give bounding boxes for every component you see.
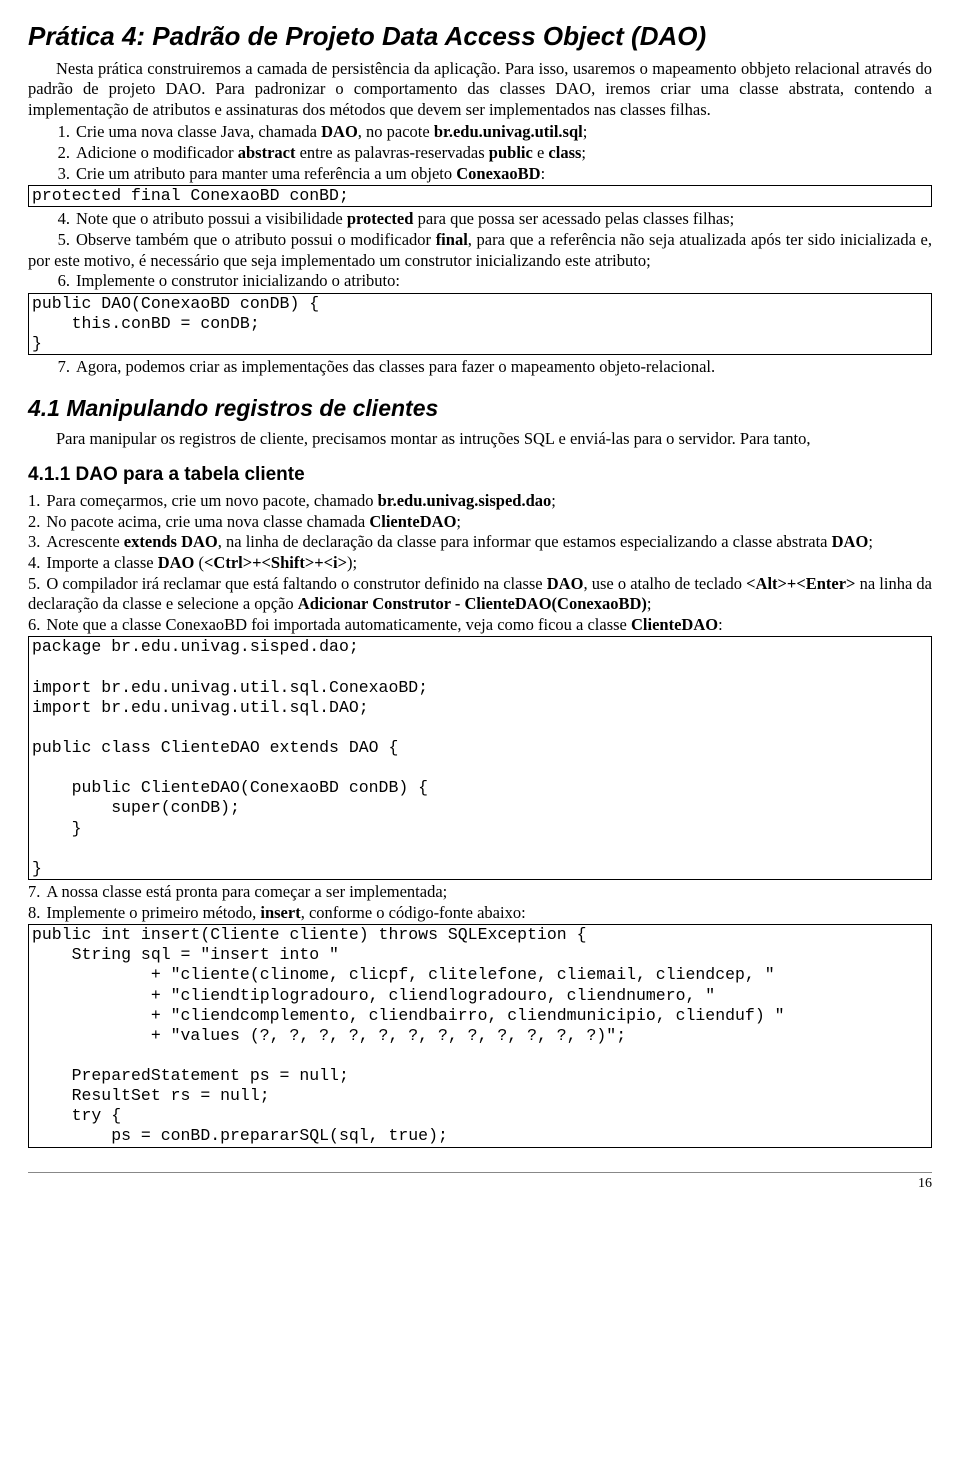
steps-list-2: 4.Note que o atributo possui a visibilid… (28, 209, 932, 292)
bold: <Ctrl>+<Shift>+<i> (204, 553, 347, 572)
list-text: Crie uma nova classe Java, chamada (76, 122, 321, 141)
list-text: Observe também que o atributo possui o m… (76, 230, 436, 249)
list-text: ; (647, 594, 652, 613)
code-block-4: public int insert(Cliente cliente) throw… (28, 924, 932, 1147)
steps-list-b: 1.Para começarmos, crie um novo pacote, … (28, 491, 932, 635)
subsection-heading: 4.1.1 DAO para a tabela cliente (28, 463, 932, 487)
list-text: ; (581, 143, 586, 162)
page-title: Prática 4: Padrão de Projeto Data Access… (28, 20, 932, 53)
list-text: : (541, 164, 546, 183)
list-text: A nossa classe está pronta para começar … (46, 882, 447, 901)
bold: <Alt>+<Enter> (746, 574, 855, 593)
bold: ConexaoBD (456, 164, 540, 183)
list-num: 8. (28, 903, 46, 922)
list-num: 2. (28, 143, 76, 164)
code-block-3: package br.edu.univag.sisped.dao; import… (28, 636, 932, 880)
bold: DAO (547, 574, 584, 593)
list-text: ; (551, 491, 556, 510)
steps-list-1: 1.Crie uma nova classe Java, chamada DAO… (28, 122, 932, 184)
bold: Adicionar Construtor - ClienteDAO(Conexa… (298, 594, 647, 613)
list-text: Para começarmos, crie um novo pacote, ch… (46, 491, 377, 510)
intro-paragraph: Nesta prática construiremos a camada de … (28, 59, 932, 121)
bold: insert (260, 903, 300, 922)
list-num: 1. (28, 491, 46, 510)
section-intro: Para manipular os registros de cliente, … (28, 429, 932, 450)
bold: ClienteDAO (369, 512, 456, 531)
list-text: ); (347, 553, 357, 572)
list-text: Crie um atributo para manter uma referên… (76, 164, 456, 183)
list-text: entre as palavras-reservadas (295, 143, 488, 162)
list-text: O compilador irá reclamar que está falta… (46, 574, 546, 593)
list-text: e (533, 143, 549, 162)
list-text: ; (868, 532, 873, 551)
list-num: 3. (28, 532, 46, 551)
list-text: : (718, 615, 723, 634)
list-text: , no pacote (358, 122, 434, 141)
bold: DAO (832, 532, 869, 551)
list-num: 7. (28, 882, 46, 901)
list-text: , na linha de declaração da classe para … (218, 532, 832, 551)
list-text: Adicione o modificador (76, 143, 238, 162)
list-text: Agora, podemos criar as implementações d… (76, 357, 715, 376)
bold: br.edu.univag.sisped.dao (378, 491, 552, 510)
list-text: , use o atalho de teclado (583, 574, 746, 593)
list-text: Implemente o primeiro método, (46, 903, 260, 922)
bold: ClienteDAO (631, 615, 718, 634)
list-text: ; (456, 512, 461, 531)
code-block-1: protected final ConexaoBD conBD; (28, 185, 932, 207)
bold: extends DAO (124, 532, 218, 551)
steps-list-3: 7.Agora, podemos criar as implementações… (28, 357, 932, 378)
bold: protected (347, 209, 414, 228)
bold: abstract (238, 143, 296, 162)
bold: DAO (321, 122, 358, 141)
list-text: ( (194, 553, 204, 572)
list-num: 6. (28, 615, 46, 634)
list-text: , conforme o código-fonte abaixo: (301, 903, 526, 922)
bold: class (548, 143, 581, 162)
bold: DAO (158, 553, 195, 572)
bold: final (436, 230, 468, 249)
list-text: ; (583, 122, 588, 141)
bold: public (489, 143, 533, 162)
section-heading: 4.1 Manipulando registros de clientes (28, 394, 932, 423)
list-text: Acrescente (46, 532, 123, 551)
page-number: 16 (918, 1176, 932, 1191)
list-num: 4. (28, 553, 46, 572)
list-text: Importe a classe (46, 553, 157, 572)
list-text: No pacote acima, crie uma nova classe ch… (46, 512, 369, 531)
list-text: Note que o atributo possui a visibilidad… (76, 209, 347, 228)
bold: br.edu.univag.util.sql (434, 122, 583, 141)
page-footer: 16 (28, 1172, 932, 1193)
list-num: 4. (28, 209, 76, 230)
list-num: 5. (28, 574, 46, 593)
list-num: 3. (28, 164, 76, 185)
list-num: 7. (28, 357, 76, 378)
list-num: 1. (28, 122, 76, 143)
list-num: 5. (28, 230, 76, 251)
list-text: para que possa ser acessado pelas classe… (413, 209, 734, 228)
list-text: Note que a classe ConexaoBD foi importad… (46, 615, 631, 634)
list-num: 6. (28, 271, 76, 292)
steps-list-c: 7.A nossa classe está pronta para começa… (28, 882, 932, 923)
list-text: Implemente o construtor inicializando o … (76, 271, 400, 290)
code-block-2: public DAO(ConexaoBD conDB) { this.conBD… (28, 293, 932, 355)
list-num: 2. (28, 512, 46, 531)
